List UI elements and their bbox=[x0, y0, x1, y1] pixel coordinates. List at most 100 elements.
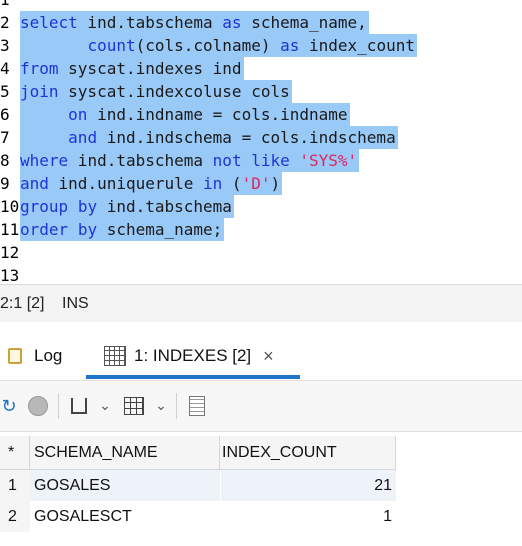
grid-view-dropdown-button[interactable]: ⌄ bbox=[154, 395, 168, 417]
sql-keyword: by bbox=[77, 220, 98, 239]
calculator-button[interactable] bbox=[186, 395, 208, 417]
sql-text: (cols.colname) bbox=[135, 36, 281, 55]
tab-log[interactable]: Log bbox=[8, 342, 62, 370]
sql-keyword: count bbox=[87, 36, 136, 55]
sql-string: 'SYS%' bbox=[299, 151, 358, 170]
sql-keyword: and bbox=[68, 128, 98, 147]
export-button[interactable] bbox=[68, 395, 90, 417]
code-line[interactable]: 1 bbox=[0, 0, 522, 11]
cell-schema-name[interactable]: GOSALES bbox=[30, 470, 220, 501]
sql-text: ind.indname = cols.indname bbox=[87, 105, 348, 124]
line-number: 10 bbox=[0, 197, 20, 216]
cell-index-count[interactable]: 21 bbox=[220, 470, 396, 501]
code-line[interactable]: 9 and ind.uniquerule in ('D') bbox=[0, 172, 522, 195]
code-line[interactable]: 10 group by ind.tabschema bbox=[0, 195, 522, 218]
cell-index-count[interactable]: 1 bbox=[220, 501, 396, 532]
code-text: order by schema_name; bbox=[20, 218, 225, 241]
grid-icon bbox=[124, 397, 144, 415]
results-tab-bar: Log 1: INDEXES [2] × bbox=[0, 322, 522, 381]
column-header-index-count[interactable]: INDEX_COUNT bbox=[220, 436, 396, 470]
code-line[interactable]: 13 bbox=[0, 264, 522, 284]
toolbar-separator bbox=[176, 393, 177, 419]
sql-keyword: join bbox=[20, 82, 59, 101]
code-text: from syscat.indexes ind bbox=[20, 57, 244, 80]
line-number: 2 bbox=[0, 13, 10, 32]
code-line[interactable]: 8 where ind.tabschema not like 'SYS%' bbox=[0, 149, 522, 172]
table-icon bbox=[104, 346, 126, 366]
code-line[interactable]: 12 bbox=[0, 241, 522, 264]
sql-text: index_count bbox=[299, 36, 415, 55]
sql-text: ind.indschema = cols.indschema bbox=[97, 128, 396, 147]
sql-keyword: where bbox=[20, 151, 69, 170]
sql-keyword: as bbox=[280, 36, 300, 55]
code-line[interactable]: 7 and ind.indschema = cols.indschema bbox=[0, 126, 522, 149]
export-dropdown-button[interactable]: ⌄ bbox=[98, 395, 112, 417]
line-number: 3 bbox=[0, 36, 10, 55]
sql-editor[interactable]: 12select ind.tabschema as schema_name,3 … bbox=[0, 0, 522, 284]
sql-keyword: select bbox=[20, 13, 78, 32]
column-header-schema-name[interactable]: SCHEMA_NAME bbox=[30, 436, 220, 470]
tab-indexes[interactable]: 1: INDEXES [2] × bbox=[104, 342, 274, 370]
code-line[interactable]: 6 on ind.indname = cols.indname bbox=[0, 103, 522, 126]
refresh-button[interactable]: ↻ bbox=[0, 395, 18, 417]
code-text: and ind.uniquerule in ('D') bbox=[20, 172, 283, 195]
line-number: 8 bbox=[0, 151, 10, 170]
sql-keyword: like bbox=[251, 151, 290, 170]
sql-keyword: order bbox=[20, 220, 69, 239]
results-toolbar: ↻ ⌄ ⌄ bbox=[0, 381, 522, 432]
sql-text: schema_name; bbox=[97, 220, 223, 239]
cursor-position: 2:1 [2] bbox=[0, 295, 45, 312]
row-number[interactable]: 2 bbox=[0, 501, 30, 532]
line-number: 1 bbox=[0, 0, 20, 11]
sql-keyword: group bbox=[20, 197, 69, 216]
sql-text: ind.tabschema bbox=[77, 13, 223, 32]
sql-keyword: on bbox=[68, 105, 88, 124]
chevron-down-icon: ⌄ bbox=[155, 398, 167, 414]
line-number: 12 bbox=[0, 243, 20, 262]
sql-text: ind.tabschema bbox=[97, 197, 232, 216]
refresh-icon: ↻ bbox=[1, 395, 17, 417]
log-icon bbox=[8, 348, 22, 364]
calculator-icon bbox=[189, 396, 205, 416]
code-text: select ind.tabschema as schema_name, bbox=[20, 11, 369, 34]
sql-text: ind.tabschema bbox=[68, 151, 213, 170]
line-number: 13 bbox=[0, 266, 20, 284]
status-bar: 2:1 [2] INS bbox=[0, 284, 522, 323]
tab-indexes-label: 1: INDEXES [2] bbox=[134, 346, 252, 365]
line-number: 5 bbox=[0, 82, 10, 101]
toolbar-separator bbox=[58, 393, 59, 419]
code-line[interactable]: 5 join syscat.indexcoluse cols bbox=[0, 80, 522, 103]
close-tab-icon[interactable]: × bbox=[263, 346, 274, 367]
result-grid[interactable]: * SCHEMA_NAME INDEX_COUNT 1 GOSALES 21 2… bbox=[0, 432, 522, 546]
code-text: on ind.indname = cols.indname bbox=[20, 103, 350, 126]
export-icon bbox=[71, 398, 87, 414]
code-line[interactable]: 11 order by schema_name; bbox=[0, 218, 522, 241]
sql-text: ind.uniquerule bbox=[48, 174, 204, 193]
active-tab-indicator bbox=[86, 375, 300, 379]
grid-corner[interactable]: * bbox=[0, 436, 30, 470]
code-line[interactable]: 4 from syscat.indexes ind bbox=[0, 57, 522, 80]
code-line[interactable]: 2 select ind.tabschema as schema_name, bbox=[0, 11, 522, 34]
line-number: 6 bbox=[0, 105, 10, 124]
row-number[interactable]: 1 bbox=[0, 470, 30, 501]
sql-keyword: not bbox=[212, 151, 242, 170]
cell-schema-name[interactable]: GOSALESCT bbox=[30, 501, 220, 532]
sql-text: syscat.indexes ind bbox=[58, 59, 242, 78]
sql-text: schema_name, bbox=[241, 13, 367, 32]
code-text: join syscat.indexcoluse cols bbox=[20, 80, 292, 103]
code-line[interactable]: 3 count(cols.colname) as index_count bbox=[0, 34, 522, 57]
sql-text: ) bbox=[270, 174, 281, 193]
grid-view-button[interactable] bbox=[122, 395, 146, 417]
tab-log-label: Log bbox=[34, 346, 63, 365]
sql-keyword: and bbox=[20, 174, 49, 193]
stop-button[interactable] bbox=[28, 395, 48, 417]
chevron-down-icon: ⌄ bbox=[99, 398, 111, 414]
